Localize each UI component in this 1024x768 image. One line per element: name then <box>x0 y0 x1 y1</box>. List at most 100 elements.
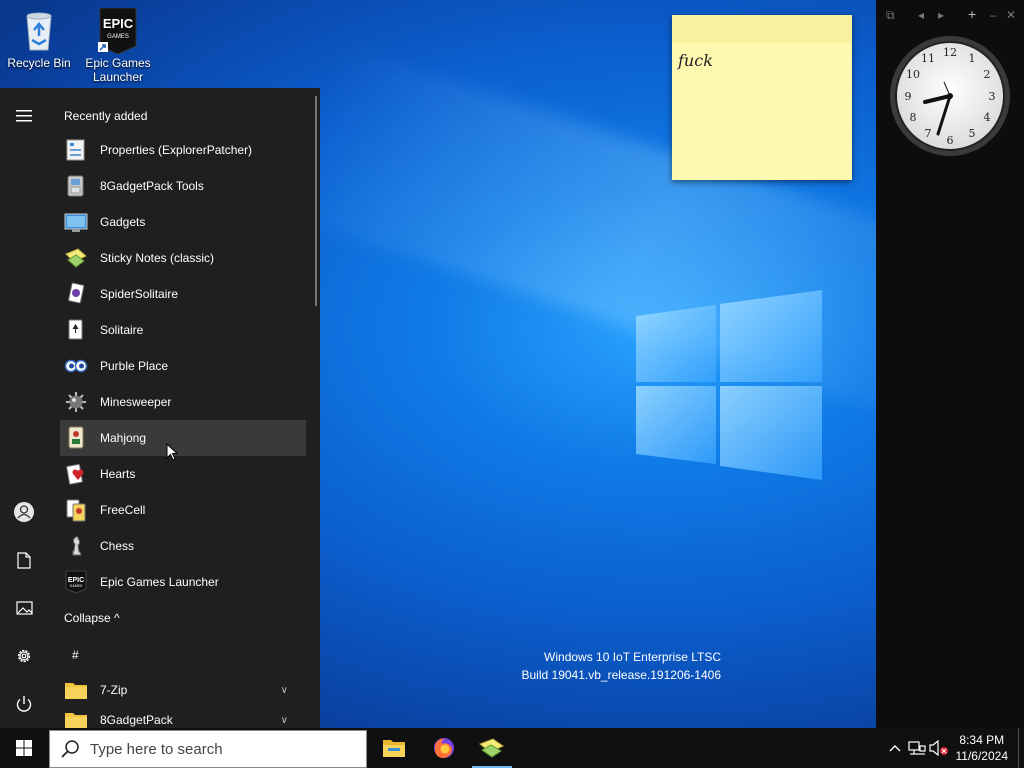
user-icon <box>14 502 34 522</box>
recycle-bin-desktop-icon[interactable]: Recycle Bin <box>1 8 77 70</box>
chevron-down-icon[interactable]: ∨ <box>281 715 288 726</box>
gadgetpack-tools-icon <box>67 175 84 197</box>
gadget-next-icon[interactable]: ▸ <box>938 8 944 22</box>
solitaire-icon <box>68 319 83 340</box>
show-desktop-button[interactable] <box>1018 728 1024 768</box>
build-number: Build 19041.vb_release.191206-1406 <box>521 668 722 682</box>
windows-logo-wallpaper <box>636 290 822 480</box>
app-label: Gadgets <box>100 215 146 229</box>
app-label: Solitaire <box>100 323 144 337</box>
list-item-8gadgetpack-tools[interactable]: 8GadgetPack Tools <box>60 168 306 204</box>
list-item-sticky-notes-classic[interactable]: Sticky Notes (classic) <box>60 240 306 276</box>
folder-icon <box>65 683 87 699</box>
system-tray: 8:34 PM 11/6/2024 <box>884 728 1024 768</box>
svg-text:EPIC: EPIC <box>103 16 134 31</box>
minesweeper-icon <box>66 392 86 412</box>
svg-text:11: 11 <box>921 52 935 65</box>
hamburger-icon <box>16 110 32 122</box>
list-item-gadgets[interactable]: Gadgets <box>60 204 306 240</box>
svg-text:12: 12 <box>943 46 957 59</box>
svg-text:8: 8 <box>910 111 917 124</box>
settings-button[interactable] <box>0 636 48 676</box>
taskbar-date: 11/6/2024 <box>955 749 1009 763</box>
list-item-folder-8gadgetpack[interactable]: 8GadgetPack ∨ <box>60 702 306 728</box>
list-item-minesweeper[interactable]: Minesweeper <box>60 384 306 420</box>
sticky-note-header[interactable] <box>672 15 852 43</box>
svg-text:2: 2 <box>984 68 991 81</box>
gadget-add-icon[interactable]: + <box>968 6 976 22</box>
gadget-sidebar: ⧉ ◂ ▸ + – ✕ 12 1 2 3 45 6 78 9 10 11 <box>876 0 1024 728</box>
hamburger-menu-button[interactable] <box>0 96 48 136</box>
recycle-bin-icon <box>19 8 59 52</box>
list-item-freecell[interactable]: FreeCell <box>60 492 306 528</box>
user-account-button[interactable] <box>0 492 48 532</box>
epic-games-icon: EPICGAMES <box>65 570 87 594</box>
svg-text:4: 4 <box>984 111 991 124</box>
volume-tray-button[interactable] <box>928 728 950 768</box>
app-list-scrollbar[interactable] <box>315 96 317 306</box>
power-icon <box>16 696 32 712</box>
properties-icon <box>66 139 85 161</box>
list-item-epic-games-launcher[interactable]: EPIC GAMES Epic Games Launcher <box>60 564 306 600</box>
file-explorer-taskbar-button[interactable] <box>370 728 418 768</box>
app-label: Hearts <box>100 467 136 481</box>
list-item-solitaire[interactable]: Solitaire <box>60 312 306 348</box>
epic-games-desktop-icon[interactable]: EPIC GAMES Epic Games Launcher <box>80 7 156 84</box>
network-tray-button[interactable] <box>906 728 928 768</box>
gadget-toolbar: ⧉ ◂ ▸ + – ✕ <box>884 6 1016 24</box>
power-button[interactable] <box>0 684 48 724</box>
documents-button[interactable] <box>0 540 48 580</box>
start-button[interactable] <box>0 728 48 768</box>
app-list[interactable]: Recently added Properties (ExplorerPatch… <box>48 88 320 728</box>
epic-games-icon: EPIC GAMES <box>98 7 138 55</box>
app-label: Properties (ExplorerPatcher) <box>100 143 253 157</box>
taskbar-clock[interactable]: 8:34 PM 11/6/2024 <box>956 732 1009 764</box>
gadget-prev-icon[interactable]: ◂ <box>918 8 924 22</box>
collapse-button[interactable]: Collapse ^ <box>64 611 120 625</box>
list-item-spidersolitaire[interactable]: SpiderSolitaire <box>60 276 306 312</box>
volume-muted-icon <box>928 740 948 756</box>
svg-text:7: 7 <box>925 127 932 140</box>
gadget-overlap-icon[interactable]: ⧉ <box>886 8 895 23</box>
clock-gadget[interactable]: 12 12 3 45 6 78 9 1011 <box>888 34 1012 158</box>
recycle-bin-label: Recycle Bin <box>7 56 71 70</box>
firefox-taskbar-button[interactable] <box>420 728 468 768</box>
firefox-icon <box>434 738 454 758</box>
sticky-notes-icon <box>479 738 504 758</box>
alpha-header-hash[interactable]: # <box>72 648 79 662</box>
chevron-down-icon[interactable]: ∨ <box>281 685 288 696</box>
search-input[interactable] <box>90 740 350 758</box>
sticky-note-text[interactable]: fuck <box>678 51 713 70</box>
list-item-chess[interactable]: Chess <box>60 528 306 564</box>
svg-text:10: 10 <box>906 68 920 81</box>
app-label: 8GadgetPack <box>100 713 173 727</box>
start-menu-rail <box>0 88 48 728</box>
sticky-notes-taskbar-button[interactable] <box>468 728 516 768</box>
recently-added-header: Recently added <box>64 109 148 123</box>
search-icon <box>61 740 79 758</box>
hearts-icon <box>66 463 84 485</box>
gadget-close-icon[interactable]: ✕ <box>1006 8 1016 22</box>
start-menu: Recently added Properties (ExplorerPatch… <box>0 88 320 728</box>
gadgets-icon <box>64 213 88 232</box>
freecell-icon <box>66 499 86 522</box>
spider-solitaire-icon <box>68 282 85 304</box>
list-item-mahjong[interactable]: Mahjong <box>60 420 306 456</box>
list-item-purble-place[interactable]: Purble Place <box>60 348 306 384</box>
build-watermark: Windows 10 IoT Enterprise LTSC Build 190… <box>522 648 722 684</box>
pictures-button[interactable] <box>0 588 48 628</box>
network-icon <box>907 741 926 755</box>
app-label: 8GadgetPack Tools <box>100 179 204 193</box>
chevron-up-icon <box>889 745 900 752</box>
show-hidden-icons-button[interactable] <box>884 728 906 768</box>
purble-place-icon <box>64 359 88 373</box>
app-label: Chess <box>100 539 135 553</box>
svg-text:5: 5 <box>969 127 976 140</box>
sticky-note[interactable]: fuck <box>672 15 852 180</box>
list-item-properties-explorerpatcher[interactable]: Properties (ExplorerPatcher) <box>60 132 306 168</box>
mahjong-icon <box>68 426 84 449</box>
taskbar-search-box[interactable] <box>49 730 367 768</box>
list-item-hearts[interactable]: Hearts <box>60 456 306 492</box>
build-edition: Windows 10 IoT Enterprise LTSC <box>544 650 721 664</box>
gadget-minimize-icon[interactable]: – <box>990 8 997 22</box>
